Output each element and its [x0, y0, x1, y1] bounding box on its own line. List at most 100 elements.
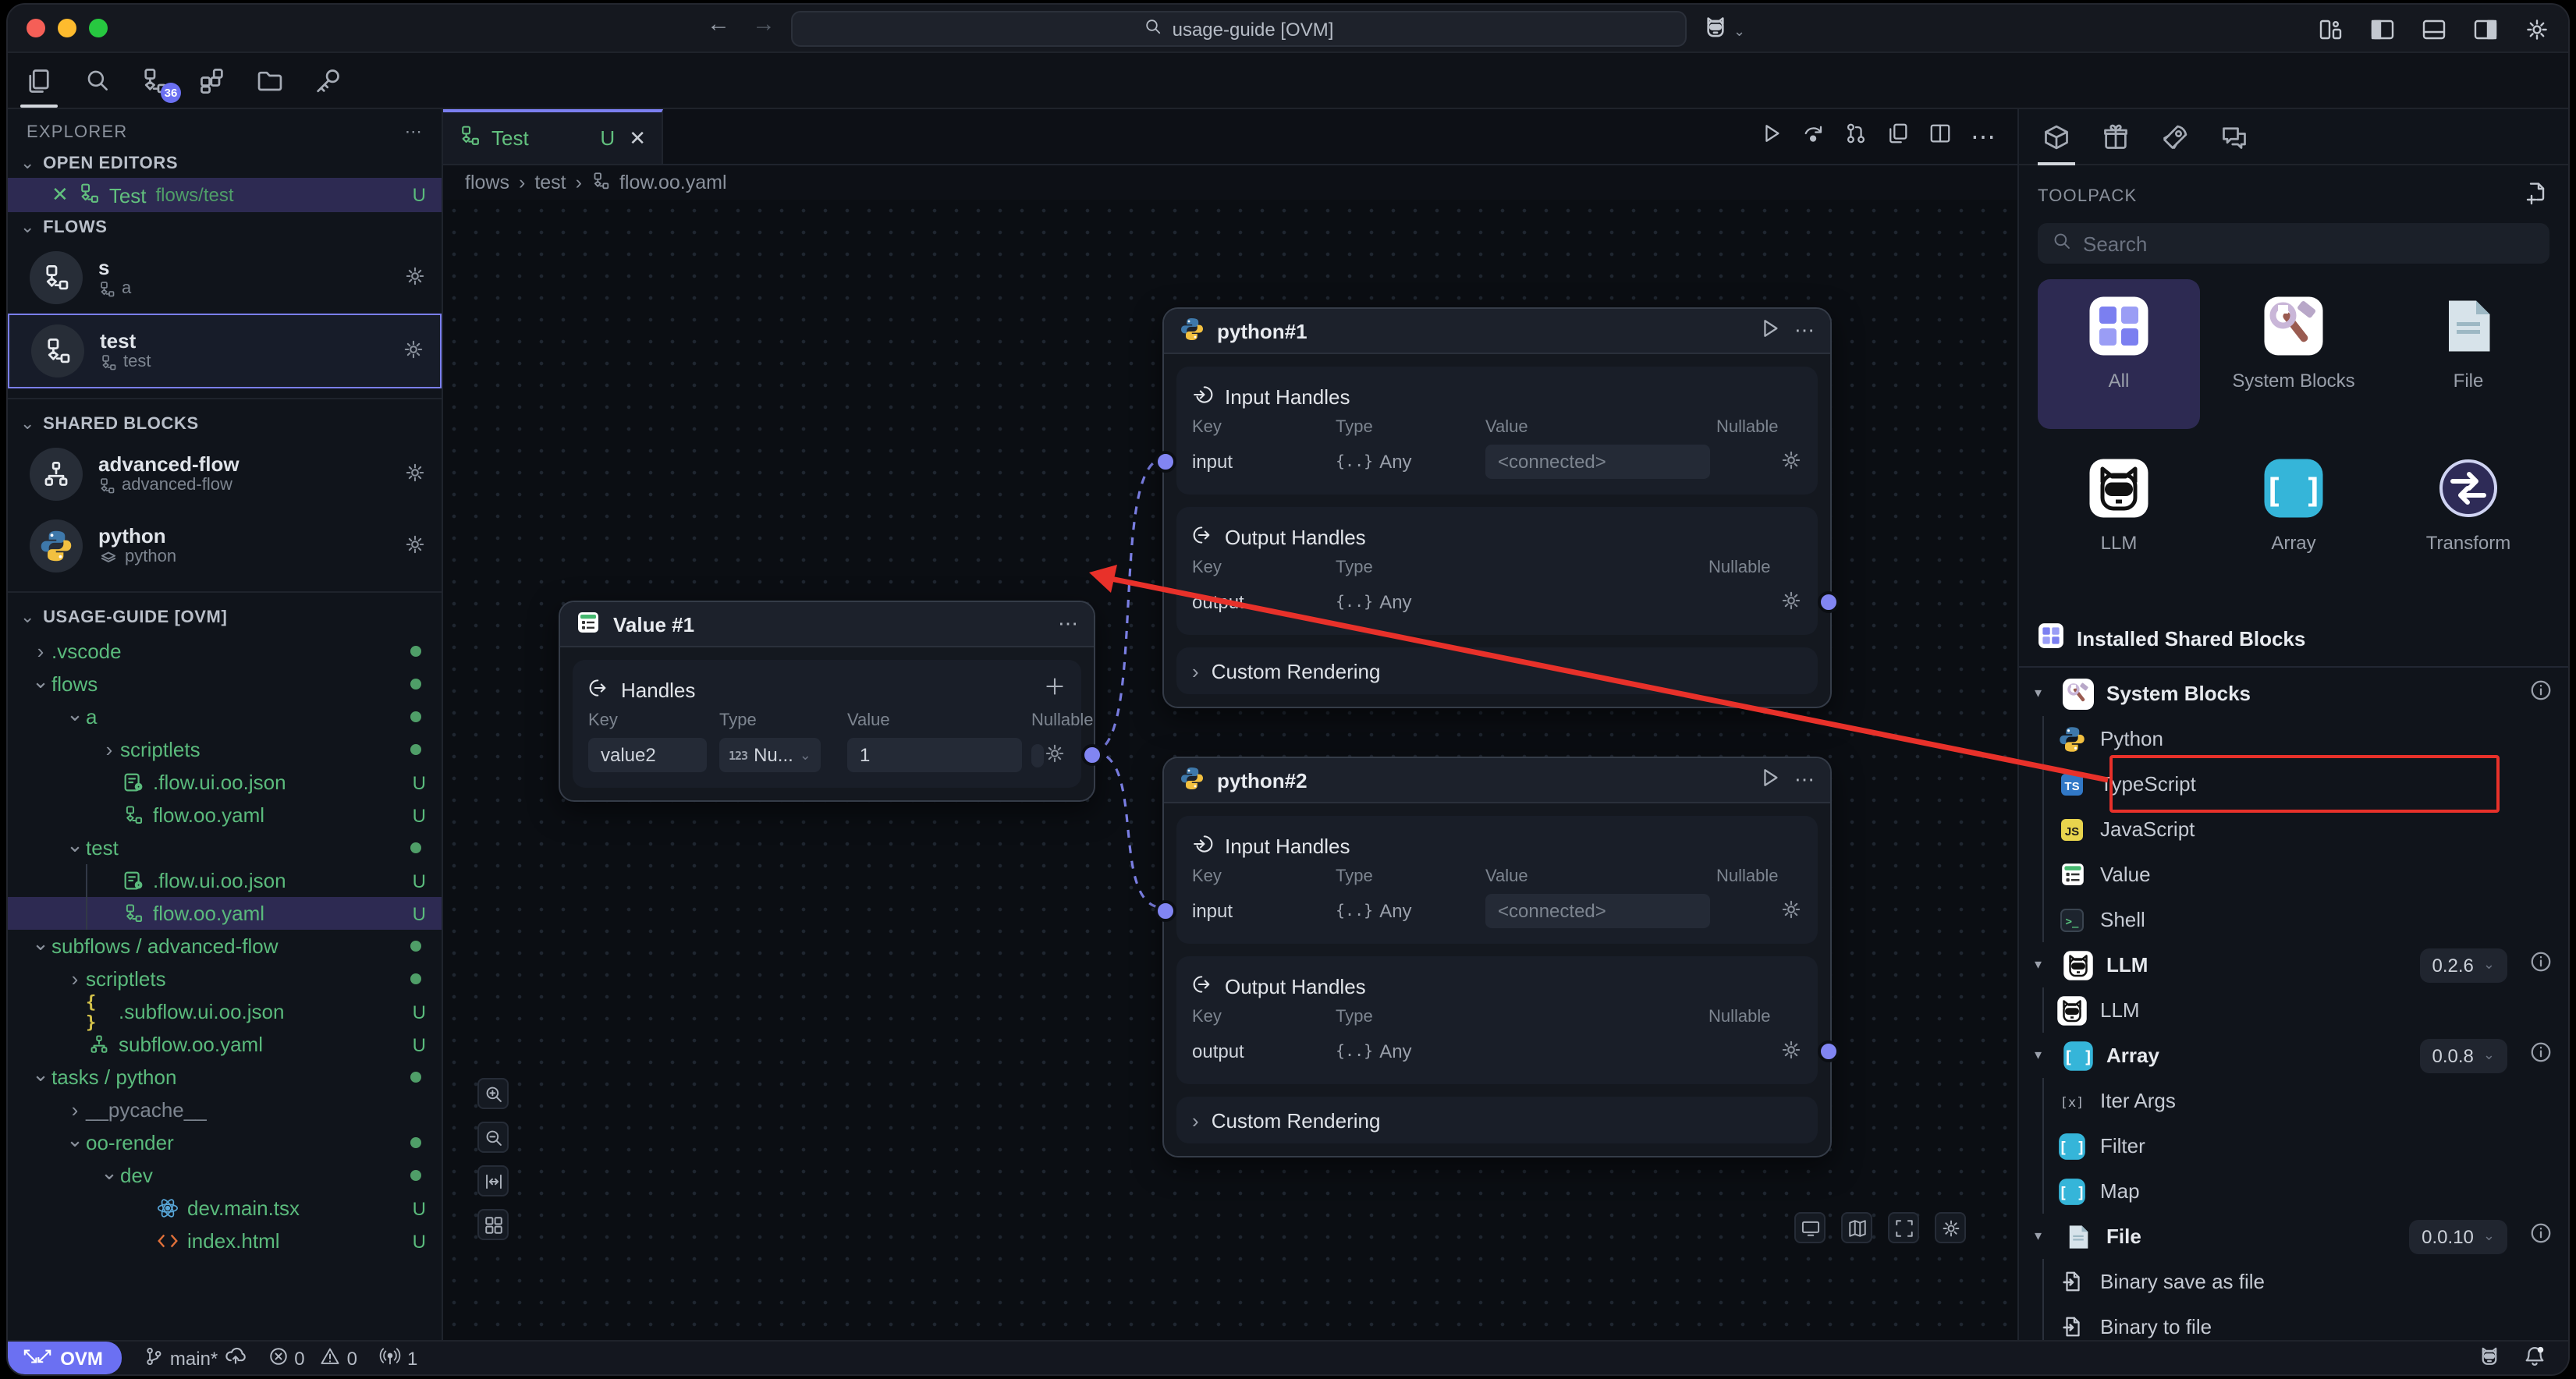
tree-item[interactable]: ⌄flows [8, 668, 442, 700]
explorer-more-icon[interactable]: ⋯ [405, 122, 423, 142]
breadcrumb-segment[interactable]: flows [465, 172, 509, 193]
tree-item[interactable]: ⌄a [8, 700, 442, 733]
shared-blocks-section-header[interactable]: ⌄ SHARED BLOCKS [8, 409, 442, 438]
tree-item[interactable]: ›scriptlets [8, 962, 442, 995]
block-item-filter[interactable]: [ ]Filter [2019, 1123, 2568, 1168]
tree-item[interactable]: ⌄test [8, 831, 442, 864]
version-select[interactable]: 0.0.8⌄ [2420, 1038, 2508, 1072]
debug-run-icon[interactable] [1802, 121, 1826, 152]
value-input[interactable]: 1 [847, 738, 1022, 772]
deploy-tab-icon[interactable] [2159, 121, 2191, 152]
output-port[interactable] [1818, 1040, 1840, 1062]
category-tile-llm[interactable]: LLM [2038, 441, 2200, 591]
tree-item[interactable]: subflow.oo.yamlU [8, 1028, 442, 1061]
block-section-llm[interactable]: ▾LLM0.2.6⌄ [2019, 942, 2568, 987]
tab-close-icon[interactable]: ✕ [629, 126, 646, 151]
block-section-file[interactable]: ▾File0.0.10⌄ [2019, 1214, 2568, 1259]
nullable-checkbox[interactable] [1031, 743, 1044, 767]
toolpack-tab-icon[interactable] [2041, 121, 2072, 152]
version-select[interactable]: 0.0.10⌄ [2409, 1219, 2507, 1253]
gear-icon[interactable] [404, 264, 426, 291]
handle-settings-icon[interactable] [1780, 898, 1802, 924]
node-header[interactable]: python#1⋯ [1164, 309, 1830, 354]
flows-section-header[interactable]: ⌄ FLOWS [8, 212, 442, 242]
tree-item[interactable]: ⌄tasks / python [8, 1061, 442, 1094]
node-more-icon[interactable]: ⋯ [1794, 767, 1815, 792]
block-item-typescript[interactable]: TSTypeScript [2019, 761, 2568, 806]
category-tile-system-blocks[interactable]: System Blocks [2212, 279, 2375, 429]
block-section-array[interactable]: ▾[ ]Array0.0.8⌄ [2019, 1033, 2568, 1078]
category-tile-transform[interactable]: Transform [2387, 441, 2549, 591]
split-editor-icon[interactable] [1928, 121, 1952, 152]
tree-item[interactable]: ›.vscode [8, 635, 442, 668]
handle-settings-icon[interactable] [1780, 448, 1802, 475]
toolpack-search-input[interactable]: Search [2038, 223, 2549, 264]
folder-activity-icon[interactable] [254, 65, 286, 96]
node-more-icon[interactable]: ⋯ [1794, 318, 1815, 343]
workspace-section-header[interactable]: ⌄ USAGE-GUIDE [OVM] [8, 602, 442, 632]
block-item-shell[interactable]: >_Shell [2019, 897, 2568, 942]
close-editor-icon[interactable]: ✕ [51, 183, 69, 207]
category-tile-file[interactable]: File [2387, 279, 2549, 429]
gear-icon[interactable] [403, 338, 424, 364]
fullscreen-icon[interactable] [1888, 1212, 1919, 1243]
flow-list-item[interactable]: advanced-flowadvanced-flow [8, 438, 442, 510]
tree-item[interactable]: ⌄subflows / advanced-flow [8, 930, 442, 962]
minimap-icon[interactable] [1841, 1212, 1872, 1243]
tree-item[interactable]: flow.oo.yamlU [8, 897, 442, 930]
info-icon[interactable] [2529, 949, 2553, 980]
info-icon[interactable] [2529, 1221, 2553, 1252]
tree-item[interactable]: ⌄oo-render [8, 1126, 442, 1159]
toggle-secondary-sidebar-icon[interactable] [2470, 14, 2501, 45]
add-handle-icon[interactable] [1044, 675, 1066, 704]
block-item-python[interactable]: Python [2019, 716, 2568, 761]
output-port[interactable] [1818, 591, 1840, 613]
git-branch-status[interactable]: main* [144, 1345, 246, 1371]
info-icon[interactable] [2529, 1040, 2553, 1071]
assistant-menu-button[interactable]: ⌄ [1702, 14, 1745, 48]
run-node-icon[interactable] [1758, 766, 1782, 794]
more-actions-icon[interactable]: ⋯ [1971, 121, 1996, 152]
block-section-system-blocks[interactable]: ▾System Blocks [2019, 671, 2568, 716]
breadcrumb-segment[interactable]: test [534, 172, 566, 193]
block-item-binary-save-as-file[interactable]: Binary save as file [2019, 1259, 2568, 1304]
gear-icon[interactable] [404, 461, 426, 487]
handle-settings-icon[interactable] [1780, 589, 1802, 615]
new-block-icon[interactable] [2525, 181, 2549, 211]
preview-icon[interactable] [1794, 1212, 1826, 1243]
tree-item[interactable]: { }.subflow.ui.oo.jsonU [8, 995, 442, 1028]
secrets-activity-icon[interactable] [312, 65, 343, 96]
key-input[interactable]: value2 [588, 738, 707, 772]
breadcrumb-segment[interactable]: flow.oo.yaml [619, 172, 727, 193]
run-icon[interactable] [1760, 121, 1783, 152]
forward-icon[interactable]: → [752, 11, 775, 37]
block-item-value[interactable]: Value [2019, 852, 2568, 897]
flow-canvas[interactable]: Value #1⋯HandlesKeyTypeValueNullablevalu… [443, 200, 2017, 1340]
block-item-binary-to-file[interactable]: Binary to file [2019, 1304, 2568, 1340]
command-center-search[interactable]: usage-guide [OVM] [791, 11, 1687, 47]
info-icon[interactable] [2529, 678, 2553, 709]
blocks-activity-icon[interactable] [197, 65, 228, 96]
customize-layout-icon[interactable] [2315, 14, 2347, 45]
input-port[interactable] [1155, 900, 1176, 922]
canvas-settings-icon[interactable] [1935, 1212, 1966, 1243]
tab-test[interactable]: Test U ✕ [443, 109, 663, 164]
flows-activity-icon[interactable]: 36 [139, 65, 170, 96]
fit-width-icon[interactable] [477, 1165, 509, 1196]
block-item-llm[interactable]: LLM [2019, 987, 2568, 1033]
open-editors-header[interactable]: ⌄ OPEN EDITORS [8, 148, 442, 178]
tree-item[interactable]: flow.oo.yamlU [8, 799, 442, 831]
tree-item[interactable]: .flow.ui.oo.jsonU [8, 864, 442, 897]
tree-item[interactable]: dev.main.tsxU [8, 1192, 442, 1225]
problems-status[interactable]: 0 0 [268, 1345, 357, 1370]
flow-list-item[interactable]: sa [8, 242, 442, 314]
settings-gear-icon[interactable] [2521, 14, 2553, 45]
tree-item[interactable]: ›__pycache__ [8, 1094, 442, 1126]
block-item-map[interactable]: [ ]Map [2019, 1168, 2568, 1214]
python2-node[interactable]: python#2⋯Input HandlesKeyTypeValueNullab… [1162, 757, 1832, 1157]
toggle-panel-icon[interactable] [2418, 14, 2450, 45]
handle-settings-icon[interactable] [1044, 742, 1066, 768]
run-node-icon[interactable] [1758, 317, 1782, 345]
notifications-bell-icon[interactable] [2523, 1344, 2546, 1372]
gear-icon[interactable] [404, 533, 426, 559]
